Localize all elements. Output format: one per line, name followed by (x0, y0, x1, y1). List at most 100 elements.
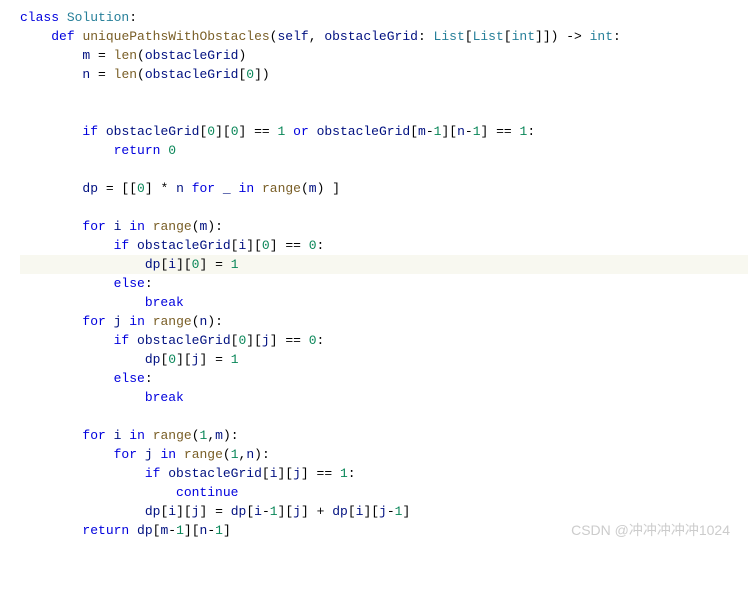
code-line: for i in range(m): (20, 217, 748, 236)
builtin-range: range (153, 219, 192, 234)
keyword-return: return (82, 523, 129, 538)
keyword-class: class (20, 10, 59, 25)
builtin-range: range (153, 428, 192, 443)
builtin-range: range (262, 181, 301, 196)
var-m: m (82, 48, 90, 63)
number: 1 (215, 523, 223, 538)
var-j: j (293, 504, 301, 519)
code-line: dp = [[0] * n for _ in range(m) ] (20, 179, 748, 198)
var-j: j (192, 352, 200, 367)
code-line: return 0 (20, 141, 748, 160)
var-obstacleGrid: obstacleGrid (137, 333, 231, 348)
number: 0 (246, 67, 254, 82)
code-line: break (20, 293, 748, 312)
return-type: int (590, 29, 613, 44)
var-dp: dp (145, 257, 161, 272)
var-j: j (262, 333, 270, 348)
type-hint: List (473, 29, 504, 44)
var-dp: dp (137, 523, 153, 538)
keyword-for: for (82, 314, 105, 329)
keyword-if: if (114, 238, 130, 253)
var-j: j (293, 466, 301, 481)
var-m: m (200, 219, 208, 234)
number: 1 (270, 504, 278, 519)
keyword-for: for (114, 447, 137, 462)
code-line: m = len(obstacleGrid) (20, 46, 748, 65)
code-editor[interactable]: class Solution: def uniquePathsWithObsta… (0, 8, 748, 540)
number: 1 (340, 466, 348, 481)
number: 0 (192, 257, 200, 272)
code-line: class Solution: (20, 8, 748, 27)
var-obstacleGrid: obstacleGrid (145, 67, 239, 82)
var-m: m (418, 124, 426, 139)
var-j: j (145, 447, 153, 462)
code-line: dp[0][j] = 1 (20, 350, 748, 369)
number: 1 (231, 352, 239, 367)
var-n: n (246, 447, 254, 462)
var-i: i (254, 504, 262, 519)
var-obstacleGrid: obstacleGrid (145, 48, 239, 63)
blank-line (20, 103, 748, 122)
number: 1 (176, 523, 184, 538)
keyword-or: or (293, 124, 309, 139)
var-j: j (379, 504, 387, 519)
blank-line (20, 84, 748, 103)
code-line: else: (20, 274, 748, 293)
code-line-highlighted: dp[i][0] = 1 (20, 255, 748, 274)
type-hint: List (434, 29, 465, 44)
number: 0 (168, 352, 176, 367)
var-dp: dp (332, 504, 348, 519)
code-line: continue (20, 483, 748, 502)
keyword-else: else (114, 371, 145, 386)
keyword-in: in (129, 428, 145, 443)
keyword-else: else (114, 276, 145, 291)
var-i: i (114, 219, 122, 234)
class-name: Solution (67, 10, 129, 25)
number: 1 (434, 124, 442, 139)
code-line: if obstacleGrid[i][0] == 0: (20, 236, 748, 255)
var-n: n (82, 67, 90, 82)
keyword-in: in (129, 219, 145, 234)
var-j: j (192, 504, 200, 519)
number: 1 (231, 447, 239, 462)
keyword-in: in (160, 447, 176, 462)
keyword-return: return (114, 143, 161, 158)
number: 0 (207, 124, 215, 139)
var-j: j (114, 314, 122, 329)
code-line: if obstacleGrid[i][j] == 1: (20, 464, 748, 483)
var-dp: dp (145, 352, 161, 367)
var-m: m (309, 181, 317, 196)
number: 1 (520, 124, 528, 139)
var-dp: dp (231, 504, 247, 519)
code-line: def uniquePathsWithObstacles(self, obsta… (20, 27, 748, 46)
var-i: i (270, 466, 278, 481)
blank-line (20, 160, 748, 179)
var-i: i (114, 428, 122, 443)
keyword-continue: continue (176, 485, 238, 500)
keyword-if: if (82, 124, 98, 139)
var-n: n (176, 181, 184, 196)
type-hint: int (512, 29, 535, 44)
builtin-range: range (184, 447, 223, 462)
code-line: else: (20, 369, 748, 388)
var-m: m (160, 523, 168, 538)
var-m: m (215, 428, 223, 443)
var-obstacleGrid: obstacleGrid (106, 124, 200, 139)
keyword-for: for (82, 428, 105, 443)
param-name: obstacleGrid (324, 29, 418, 44)
var-underscore: _ (223, 181, 231, 196)
number: 1 (473, 124, 481, 139)
keyword-def: def (51, 29, 74, 44)
var-n: n (200, 314, 208, 329)
code-line: dp[i][j] = dp[i-1][j] + dp[i][j-1] (20, 502, 748, 521)
number: 0 (309, 333, 317, 348)
var-i: i (356, 504, 364, 519)
var-obstacleGrid: obstacleGrid (137, 238, 231, 253)
var-obstacleGrid: obstacleGrid (317, 124, 411, 139)
builtin-len: len (114, 48, 137, 63)
code-line: break (20, 388, 748, 407)
builtin-len: len (114, 67, 137, 82)
var-i: i (238, 238, 246, 253)
keyword-break: break (145, 295, 184, 310)
code-line: if obstacleGrid[0][0] == 1 or obstacleGr… (20, 122, 748, 141)
